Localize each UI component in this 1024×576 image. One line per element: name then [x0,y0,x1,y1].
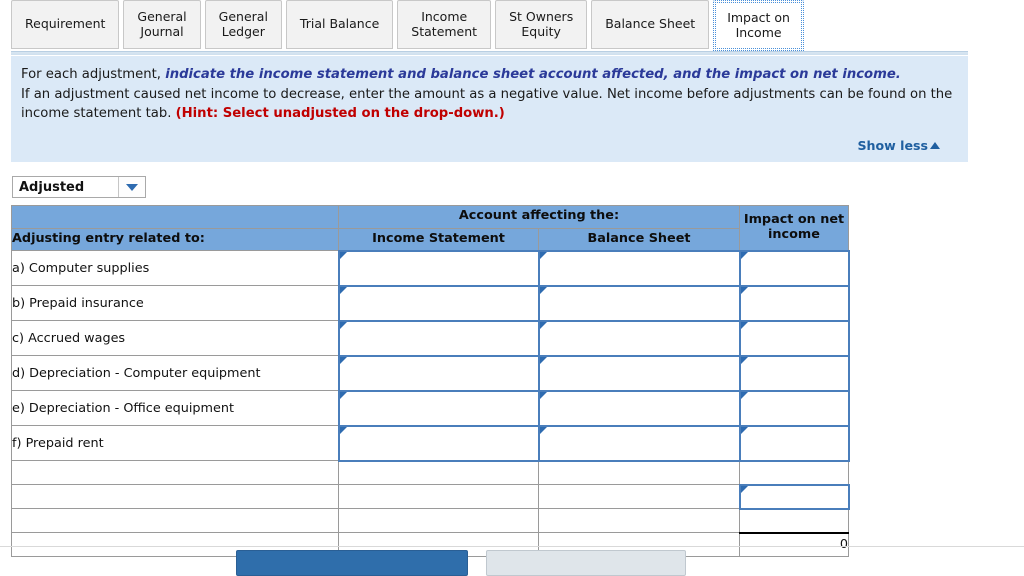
table-row: b) Prepaid insurance [11,284,850,322]
table-row [11,483,850,510]
table-row: e) Depreciation - Office equipment [11,389,850,427]
row-label-d: d) Depreciation - Computer equipment [11,355,339,391]
secondary-action-button[interactable] [486,550,686,576]
row-label-f: f) Prepaid rent [11,425,339,461]
footer-divider [0,546,1024,547]
table-body: a) Computer supplies b) Prepaid insuranc… [11,249,850,557]
input-income-statement-e[interactable] [337,389,540,427]
show-less-link[interactable]: Show less [857,138,940,153]
tab-general-ledger[interactable]: General Ledger [204,0,282,49]
input-balance-sheet-f[interactable] [537,424,741,462]
input-income-statement-f[interactable] [337,424,540,462]
header-income-statement: Income Statement [338,227,539,251]
tab-general-journal[interactable]: General Journal [123,0,201,49]
table-header-row-cols: Adjusting entry related to: Income State… [11,227,849,251]
table-row [11,507,849,533]
input-footer-impact-2[interactable] [738,483,850,510]
footer-impact-3 [739,507,849,533]
instruction-line-1: For each adjustment, indicate the income… [21,65,958,85]
show-less-label: Show less [857,137,928,153]
instruction-text-plain-1: For each adjustment, [21,67,166,82]
adjusted-dropdown[interactable]: Adjusted [12,176,146,198]
table-row: a) Computer supplies [11,249,850,287]
footer-label-3 [11,508,339,533]
row-label-c: c) Accrued wages [11,320,339,356]
impact-on-income-table: Account affecting the: Impact on net inc… [11,205,850,557]
header-adjusting-entry: Adjusting entry related to: [11,227,339,251]
instruction-line-2: If an adjustment caused net income to de… [21,85,958,124]
row-label-a: a) Computer supplies [11,250,339,286]
table-head: Account affecting the: Impact on net inc… [11,205,849,251]
footer-cell-bs-3 [538,508,740,533]
table-row: f) Prepaid rent [11,424,850,462]
footer-cell-is-3 [338,508,539,533]
header-spacer [11,205,339,229]
input-balance-sheet-e[interactable] [537,389,741,427]
input-balance-sheet-c[interactable] [537,319,741,357]
footer-label-2 [11,484,339,509]
chevron-up-icon [930,141,940,149]
table-row [11,459,849,485]
table-header-row-group: Account affecting the: Impact on net inc… [11,205,849,251]
input-income-statement-a[interactable] [337,249,540,287]
input-impact-c[interactable] [738,319,850,357]
instruction-text-emphasis: indicate the income statement and balanc… [165,67,901,82]
input-impact-b[interactable] [738,284,850,322]
input-income-statement-b[interactable] [337,284,540,322]
table-row: c) Accrued wages [11,319,850,357]
header-account-affecting: Account affecting the: [338,205,740,229]
instruction-panel: For each adjustment, indicate the income… [11,56,968,163]
tab-balance-sheet[interactable]: Balance Sheet [591,0,710,49]
tab-st-owners-equity[interactable]: St Owners Equity [495,0,588,49]
input-impact-d[interactable] [738,354,850,392]
tab-underline [11,51,968,55]
footer-impact-1 [739,459,849,485]
footer-button-row [0,548,1024,576]
input-balance-sheet-d[interactable] [537,354,741,392]
chevron-down-icon [126,183,138,191]
tab-trial-balance[interactable]: Trial Balance [285,0,394,49]
footer-cell-is-1 [338,460,539,485]
input-impact-e[interactable] [738,389,850,427]
input-impact-f[interactable] [738,424,850,462]
adjusted-dropdown-value: Adjusted [19,179,85,195]
header-impact-on-net-income: Impact on net income [739,205,849,251]
footer-label-1 [11,460,339,485]
row-label-b: b) Prepaid insurance [11,285,339,321]
tab-impact-on-income[interactable]: Impact on Income [713,0,804,51]
tab-income-statement[interactable]: Income Statement [397,0,492,49]
input-balance-sheet-b[interactable] [537,284,741,322]
input-income-statement-d[interactable] [337,354,540,392]
header-balance-sheet: Balance Sheet [538,227,740,251]
table-row: d) Depreciation - Computer equipment [11,354,850,392]
footer-cell-is-2 [338,484,539,509]
show-less-row: Show less [21,137,958,157]
footer-cell-bs-1 [538,460,740,485]
primary-action-button[interactable] [236,550,468,576]
tab-requirement[interactable]: Requirement [11,0,120,49]
input-balance-sheet-a[interactable] [537,249,741,287]
row-label-e: e) Depreciation - Office equipment [11,390,339,426]
footer-cell-bs-2 [538,484,740,509]
input-income-statement-c[interactable] [337,319,540,357]
input-impact-a[interactable] [738,249,850,287]
tab-bar: Requirement General Journal General Ledg… [0,0,1024,55]
adjusted-dropdown-button[interactable] [118,177,145,197]
instruction-hint: (Hint: Select unadjusted on the drop-dow… [175,106,505,122]
